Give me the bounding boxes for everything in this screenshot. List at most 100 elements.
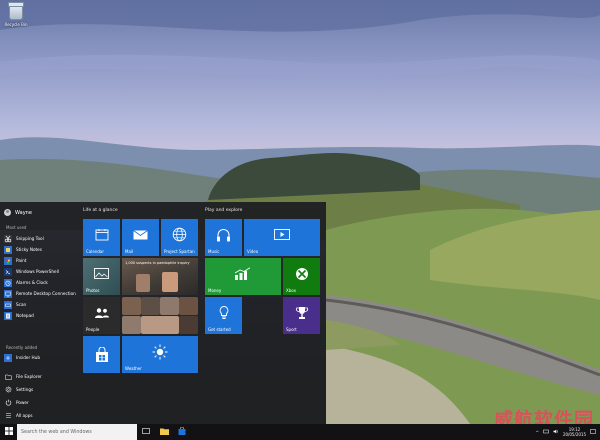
app-sticky-notes[interactable]: Sticky Notes: [4, 244, 76, 255]
sticky-note-icon: [4, 245, 12, 254]
file-explorer-button[interactable]: File Explorer: [4, 371, 76, 382]
tile-money[interactable]: Money: [205, 258, 281, 295]
app-label: Sticky Notes: [16, 247, 42, 252]
recently-added-header: Recently added: [6, 345, 38, 350]
app-scan[interactable]: Scan: [4, 299, 76, 310]
notepad-icon: [4, 311, 12, 320]
user-name: Wayne: [15, 209, 32, 216]
volume-icon[interactable]: [553, 429, 559, 435]
app-paint[interactable]: Paint: [4, 255, 76, 266]
windows-logo-icon: [4, 427, 13, 437]
power-label: Power: [16, 400, 29, 405]
list-icon: [4, 412, 12, 420]
network-icon[interactable]: [543, 429, 549, 435]
folder-icon: [4, 373, 12, 381]
tile-video[interactable]: Video: [244, 219, 320, 256]
contact-photo: [160, 297, 179, 315]
tile-label: Photos: [86, 288, 100, 293]
all-apps-button[interactable]: All apps: [4, 410, 76, 421]
app-insider-hub[interactable]: Insider Hub: [4, 352, 76, 363]
task-view-icon: [142, 428, 150, 436]
tile-label: Mail: [125, 249, 134, 254]
taskbar-search-box[interactable]: Search the web and Windows: [17, 424, 137, 440]
tile-get-started[interactable]: Get started: [205, 297, 242, 334]
lightbulb-icon: [205, 297, 242, 328]
tile-xbox[interactable]: Xbox: [283, 258, 320, 295]
paint-icon: [4, 256, 12, 265]
app-remote-desktop[interactable]: Remote Desktop Connection: [4, 288, 76, 299]
tile-news[interactable]: 1,000 suspects in paedophile inquiry: [122, 258, 198, 295]
remote-desktop-icon: [4, 289, 12, 298]
system-tray: ^ 19:12 20/05/2015: [536, 427, 600, 437]
tile-label: Video: [247, 249, 259, 254]
power-button[interactable]: Power: [4, 397, 76, 408]
chart-icon: [205, 258, 281, 289]
video-icon: [244, 219, 320, 250]
contact-photo: [179, 316, 198, 334]
contact-photo: [179, 297, 198, 315]
tile-weather[interactable]: Weather: [122, 336, 198, 373]
news-headline: 1,000 suspects in paedophile inquiry: [125, 261, 190, 265]
tile-label: Xbox: [286, 288, 296, 293]
app-label: Insider Hub: [16, 355, 40, 360]
contact-photo: [141, 316, 179, 334]
tile-project-spartan[interactable]: Project Spartan: [161, 219, 198, 256]
people-photo-mosaic[interactable]: [122, 297, 198, 334]
notifications-icon[interactable]: [590, 428, 596, 436]
globe-icon: [161, 219, 198, 250]
settings-label: Settings: [16, 387, 34, 392]
tile-sport[interactable]: Sport: [283, 297, 320, 334]
store-bag-icon: [83, 336, 120, 373]
start-menu: Wayne Most used Snipping Tool Sticky Not…: [0, 202, 326, 424]
tile-mail[interactable]: Mail: [122, 219, 159, 256]
app-alarms-clock[interactable]: Alarms & Clock: [4, 277, 76, 288]
settings-button[interactable]: Settings: [4, 384, 76, 395]
app-label: Scan: [16, 302, 27, 307]
scissors-icon: [4, 234, 12, 243]
tile-label: Weather: [125, 366, 142, 371]
mail-icon: [122, 219, 159, 250]
app-windows-powershell[interactable]: Windows PowerShell: [4, 266, 76, 277]
insider-hub-icon: [4, 353, 12, 362]
taskbar-clock[interactable]: 19:12 20/05/2015: [563, 427, 586, 437]
power-icon: [4, 399, 12, 407]
tile-label: Music: [208, 249, 220, 254]
scan-icon: [4, 300, 12, 309]
recycle-bin[interactable]: Recycle Bin: [2, 2, 30, 27]
task-view-button[interactable]: [137, 424, 155, 440]
clock-date: 20/05/2015: [562, 432, 586, 437]
headphones-icon: [205, 219, 242, 250]
tile-label: Get started: [208, 327, 231, 332]
search-placeholder: Search the web and Windows: [21, 429, 92, 435]
chevron-up-icon[interactable]: ^: [536, 430, 539, 435]
file-explorer-label: File Explorer: [16, 374, 42, 379]
calendar-icon: [83, 219, 120, 250]
news-photo-face: [162, 272, 178, 292]
app-notepad[interactable]: Notepad: [4, 310, 76, 321]
folder-icon: [159, 428, 169, 437]
app-label: Notepad: [16, 313, 34, 318]
most-used-header: Most used: [6, 225, 27, 230]
app-label: Windows PowerShell: [16, 269, 59, 274]
tile-photos[interactable]: Photos: [83, 258, 120, 295]
recycle-bin-icon: [8, 2, 24, 20]
tile-calendar[interactable]: Calendar: [83, 219, 120, 256]
taskbar-store[interactable]: [173, 424, 191, 440]
start-button[interactable]: [0, 424, 17, 440]
contact-photo: [141, 297, 160, 315]
user-account[interactable]: Wayne: [4, 209, 32, 216]
tile-music[interactable]: Music: [205, 219, 242, 256]
tile-label: People: [86, 327, 100, 332]
app-label: Paint: [16, 258, 27, 263]
group-header-play: Play and explore: [205, 208, 243, 213]
tile-store[interactable]: [83, 336, 120, 373]
app-label: Snipping Tool: [16, 236, 44, 241]
tile-label: Project Spartan: [164, 249, 195, 254]
xbox-icon: [283, 258, 320, 289]
tile-label: Calendar: [86, 249, 104, 254]
app-snipping-tool[interactable]: Snipping Tool: [4, 233, 76, 244]
tile-people[interactable]: People: [83, 297, 120, 334]
powershell-icon: [4, 267, 12, 276]
taskbar-file-explorer[interactable]: [155, 424, 173, 440]
gear-icon: [4, 386, 12, 394]
